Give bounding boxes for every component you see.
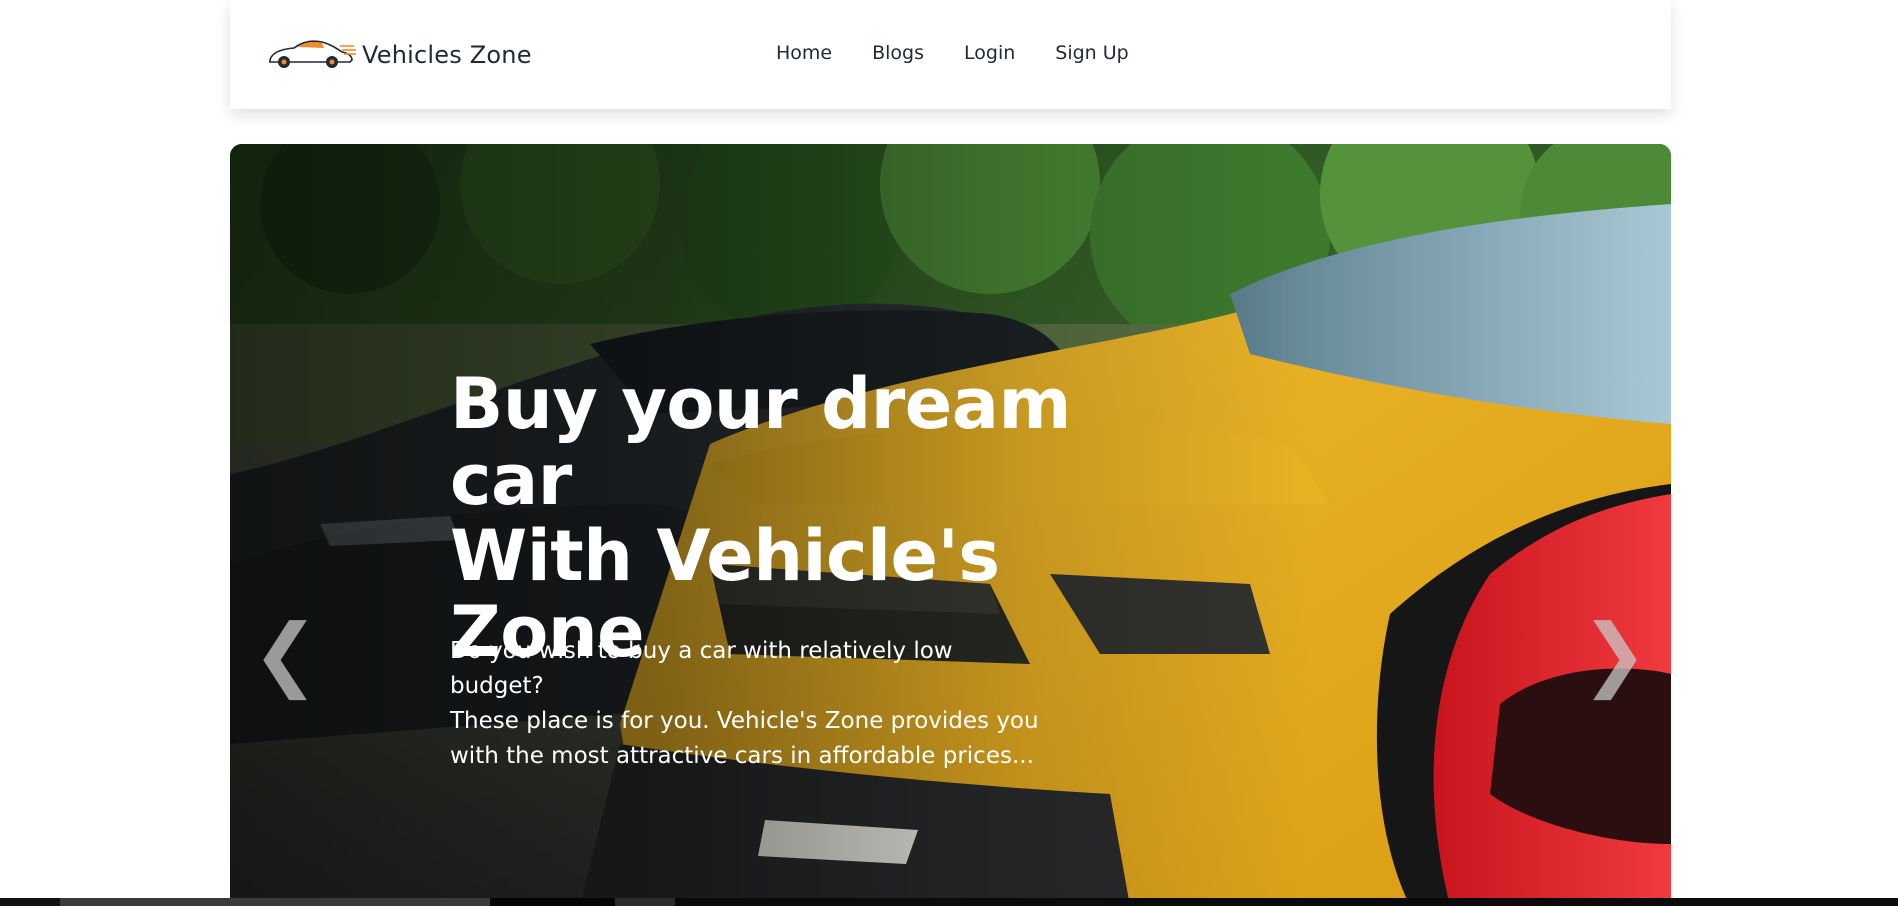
main-nav: Home Blogs Login Sign Up — [776, 42, 1169, 64]
nav-blogs[interactable]: Blogs — [872, 42, 924, 64]
hero-title-line: With Vehicle's — [450, 515, 1000, 597]
bottom-edge-strip — [0, 898, 1898, 906]
nav-home[interactable]: Home — [776, 42, 832, 64]
hero-carousel: Buy your dream car With Vehicle's Zone D… — [230, 144, 1671, 906]
nav-login[interactable]: Login — [964, 42, 1015, 64]
brand-link[interactable]: Vehicles Zone — [264, 34, 532, 76]
nav-sign-up[interactable]: Sign Up — [1055, 42, 1128, 64]
hero-title: Buy your dream car With Vehicle's Zone — [450, 366, 1170, 670]
carousel-prev-arrow-icon[interactable]: ❮ — [252, 609, 319, 699]
hero-subtitle-line: Do you wish to buy a car with relatively… — [450, 638, 953, 699]
hero-subtitle: Do you wish to buy a car with relatively… — [450, 634, 1040, 774]
carousel-next-arrow-icon[interactable]: ❯ — [1581, 609, 1648, 699]
brand-name: Vehicles Zone — [362, 41, 532, 69]
hero-subtitle-line: with the most attractive cars in afforda… — [450, 743, 1034, 769]
hero-subtitle-line: These place is for you. Vehicle's Zone p… — [450, 708, 1039, 734]
navbar: Vehicles Zone Home Blogs Login Sign Up — [230, 0, 1671, 109]
hero-title-line: Buy your dream car — [450, 363, 1071, 521]
car-logo-icon — [264, 34, 356, 76]
